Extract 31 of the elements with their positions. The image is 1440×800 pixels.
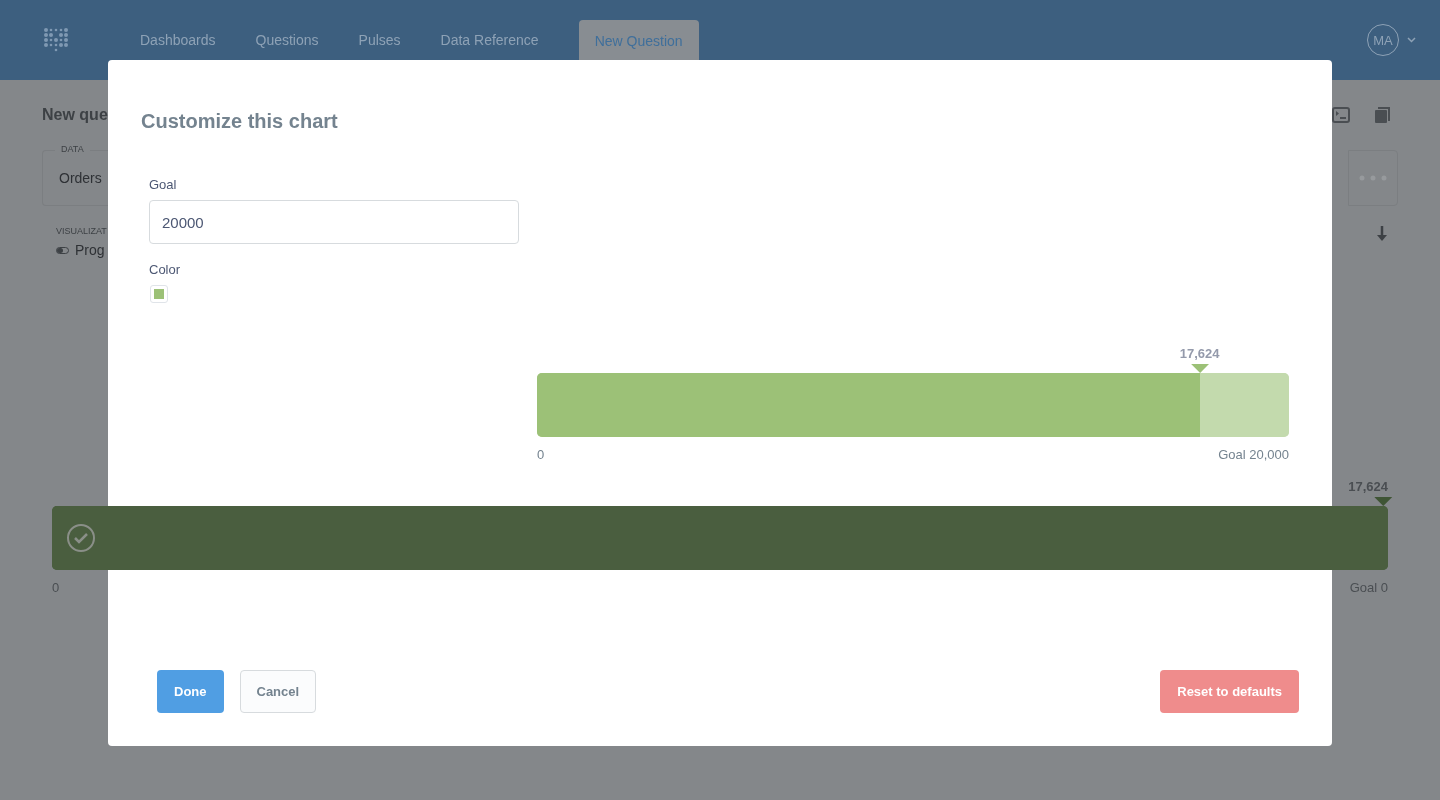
field-label: Goal (149, 177, 178, 192)
more-button[interactable] (1348, 150, 1398, 206)
goal-input[interactable]: 20000 (149, 200, 519, 244)
reset-button[interactable]: Reset to defaults (1160, 670, 1299, 713)
value-label: 17,624 (1179, 347, 1220, 361)
check-circle-icon (66, 523, 96, 553)
chevron-down-icon[interactable] (1407, 37, 1416, 43)
cancel-button[interactable]: Cancel (239, 670, 317, 713)
visualization-label: VISUALIZAT (56, 226, 107, 236)
min-label: 0 (537, 447, 545, 462)
field-label: Color (149, 262, 182, 277)
logo-icon[interactable] (43, 27, 69, 53)
question-title: New que (42, 106, 108, 124)
min-label: 0 (52, 580, 60, 595)
value-label: 17,624 (1348, 480, 1388, 494)
modal-title: Customize this chart (141, 110, 339, 133)
download-icon[interactable] (1376, 226, 1388, 242)
progress-icon (56, 246, 69, 254)
data-source[interactable]: Orders (59, 170, 102, 186)
nav-link[interactable]: Pulses (338, 20, 421, 60)
terminal-icon[interactable] (1332, 106, 1350, 124)
visualization-type[interactable]: Prog (75, 242, 105, 258)
goal-label: Goal 20,000 (1218, 447, 1289, 462)
goal-label: Goal 0 (1349, 580, 1388, 595)
copy-icon[interactable] (1374, 106, 1390, 124)
data-legend: DATA (55, 144, 90, 154)
nav-link[interactable]: Dashboards (120, 20, 236, 60)
color-picker[interactable] (150, 285, 168, 303)
nav-link[interactable]: Questions (235, 20, 339, 60)
nav-link[interactable]: Data Reference (420, 20, 559, 60)
done-button[interactable]: Done (157, 670, 224, 713)
